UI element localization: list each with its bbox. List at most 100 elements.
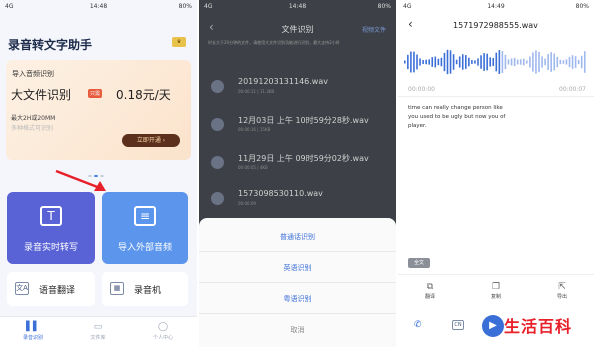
back-icon[interactable]: ‹ xyxy=(408,17,413,31)
file-list-item[interactable]: 1573098530110.wav 00:00:09 xyxy=(199,184,396,214)
transcript-toolbar: ⧉ 翻译 ❐ 复制 ⇱ 导出 xyxy=(398,274,594,308)
voice-translate-label: 语音翻译 xyxy=(39,286,76,296)
tab-record-recognize[interactable]: ▌▌ 录音识别 xyxy=(8,321,58,341)
status-time: 14:49 xyxy=(487,3,505,10)
tab-label: 文件库 xyxy=(90,335,106,341)
tab-profile[interactable]: ◯ 个人中心 xyxy=(138,321,188,341)
translate-button[interactable]: ⧉ 翻译 xyxy=(410,281,450,300)
copy-button[interactable]: ❐ 复制 xyxy=(476,281,516,300)
waveform-bar xyxy=(446,49,449,75)
playback-times: 00:00:00 00:00:07 xyxy=(408,86,586,94)
file-meta: 00:00:05 | 4KB xyxy=(238,165,268,170)
waveform-bar xyxy=(553,53,556,71)
activate-button[interactable]: 立即开通 › xyxy=(122,134,180,147)
waveform-bar xyxy=(471,60,473,64)
waveform-bar xyxy=(504,54,507,70)
status-bar: 4G 14:49 80% xyxy=(398,0,594,14)
recognition-language-sheet: 普通话识别 英语识别 粤语识别 取消 xyxy=(199,218,396,347)
file-list-item[interactable]: 20191203131146.wav 00:00:11 | 11.3KB xyxy=(199,72,396,102)
transcript-screen: 4G 14:49 80% ‹ 1571972988555.wav 00:00:0… xyxy=(398,0,594,347)
voice-translate-button[interactable]: 文A 语音翻译 xyxy=(7,272,95,306)
battery-indicator: 80% xyxy=(178,3,192,10)
waveform-bar xyxy=(428,59,430,65)
play-icon[interactable]: ▶ xyxy=(482,315,504,337)
status-bar: 4G 14:48 80% xyxy=(0,0,197,14)
banner-main: 大文件识别 xyxy=(11,88,72,102)
waveform-bar xyxy=(461,54,464,70)
file-name: 1573098530110.wav xyxy=(238,189,323,198)
file-list-item[interactable]: 12月03日 上午 10时59分28秒.wav 00:00:16 | 15KB xyxy=(199,110,396,140)
audio-waveform[interactable] xyxy=(404,48,588,76)
divider xyxy=(398,96,594,97)
promo-banner[interactable]: 导入音频识别 大文件识别 只需 0.18元/天 最大2H或20MM 多种格式可识… xyxy=(6,60,191,160)
banner-heading: 导入音频识别 xyxy=(12,70,54,78)
home-screen: 4G 14:48 80% 录音转文字助手 ♛ 导入音频识别 大文件识别 只需 0… xyxy=(0,0,197,347)
waveform-bar xyxy=(507,59,510,65)
cantonese-option[interactable]: 粤语识别 xyxy=(199,284,396,314)
waveform-icon: ▌▌ xyxy=(26,322,40,332)
waveform-bar xyxy=(544,58,546,66)
waveform-bar xyxy=(532,52,534,72)
full-text-button[interactable]: 全文 xyxy=(408,258,430,268)
waveform-bar xyxy=(556,56,559,68)
waveform-bar xyxy=(522,58,525,66)
tool-label: 翻译 xyxy=(424,294,435,300)
recorder-button[interactable]: ▦ 录音机 xyxy=(102,272,188,306)
waveform-bar xyxy=(498,50,501,74)
audio-file-icon xyxy=(211,192,224,205)
waveform-bar xyxy=(474,60,476,64)
audio-file-icon xyxy=(211,80,224,93)
recorder-label: 录音机 xyxy=(134,286,162,296)
english-option[interactable]: 英语识别 xyxy=(199,253,396,283)
mandarin-option[interactable]: 普通话识别 xyxy=(199,222,396,252)
waveform-bar xyxy=(577,59,580,65)
waveform-bar xyxy=(477,58,479,66)
waveform-bar xyxy=(458,56,461,68)
realtime-transcribe-card[interactable]: T 录音实时转写 xyxy=(7,192,95,264)
video-file-link[interactable]: 视频文件 xyxy=(362,25,386,34)
waveform-bar xyxy=(431,57,434,67)
audio-file-icon xyxy=(211,118,224,131)
file-list-item[interactable]: 11月29日 上午 09时59分02秒.wav 00:00:05 | 4KB xyxy=(199,148,396,178)
waveform-bar xyxy=(538,51,540,73)
waveform-bar xyxy=(422,59,424,65)
waveform-bar xyxy=(583,51,586,73)
info-note: 时长大于20分钟的文件，请使用大文件识别功能进行识别，最大支持2小时 xyxy=(208,40,340,45)
waveform-bar xyxy=(425,59,427,65)
waveform-bar xyxy=(519,59,522,65)
status-time: 14:48 xyxy=(288,3,307,10)
waveform-bar xyxy=(443,52,446,72)
carousel-dots xyxy=(88,162,112,177)
language-icon[interactable]: CN xyxy=(452,320,464,330)
waveform-bar xyxy=(580,55,583,69)
transcript-text[interactable]: time can really change person like you u… xyxy=(408,104,508,131)
file-name: 12月03日 上午 10时59分28秒.wav xyxy=(238,116,369,125)
time-start: 00:00:00 xyxy=(408,86,435,93)
waveform-bar xyxy=(480,55,482,69)
file-name: 20191203131146.wav xyxy=(238,77,328,86)
waveform-bar xyxy=(535,50,537,74)
waveform-bar xyxy=(510,58,513,66)
watermark-logo: 生活百科 xyxy=(504,317,573,336)
user-icon: ◯ xyxy=(157,322,169,332)
banner-formats: 多种格式可识别 xyxy=(11,125,54,132)
waveform-bar xyxy=(562,60,565,64)
tab-file-library[interactable]: ▭ 文件库 xyxy=(73,321,123,341)
recorder-icon: ▦ xyxy=(110,282,124,295)
waveform-bar xyxy=(416,54,418,70)
file-recognize-screen: 4G 14:48 80% ‹ 文件识别 视频文件 时长大于20分钟的文件，请使用… xyxy=(199,0,396,347)
cancel-button[interactable]: 取消 xyxy=(199,315,396,345)
audio-file-icon: ≡ xyxy=(134,206,156,226)
time-end: 00:00:07 xyxy=(559,86,586,93)
waveform-bar xyxy=(486,53,488,71)
waveform-bar xyxy=(413,51,415,73)
import-audio-card[interactable]: ≡ 导入外部音频 xyxy=(102,192,188,264)
waveform-bar xyxy=(452,54,455,70)
waveform-bar xyxy=(437,58,440,66)
bottom-tab-bar: ▌▌ 录音识别 ▭ 文件库 ◯ 个人中心 xyxy=(0,316,197,347)
phone-icon[interactable]: ✆ xyxy=(414,320,422,330)
screenshot-canvas: 4G 14:48 80% 录音转文字助手 ♛ 导入音频识别 大文件识别 只需 0… xyxy=(0,0,594,347)
waveform-bar xyxy=(550,52,552,72)
export-button[interactable]: ⇱ 导出 xyxy=(542,281,582,300)
crown-icon[interactable]: ♛ xyxy=(172,37,186,47)
